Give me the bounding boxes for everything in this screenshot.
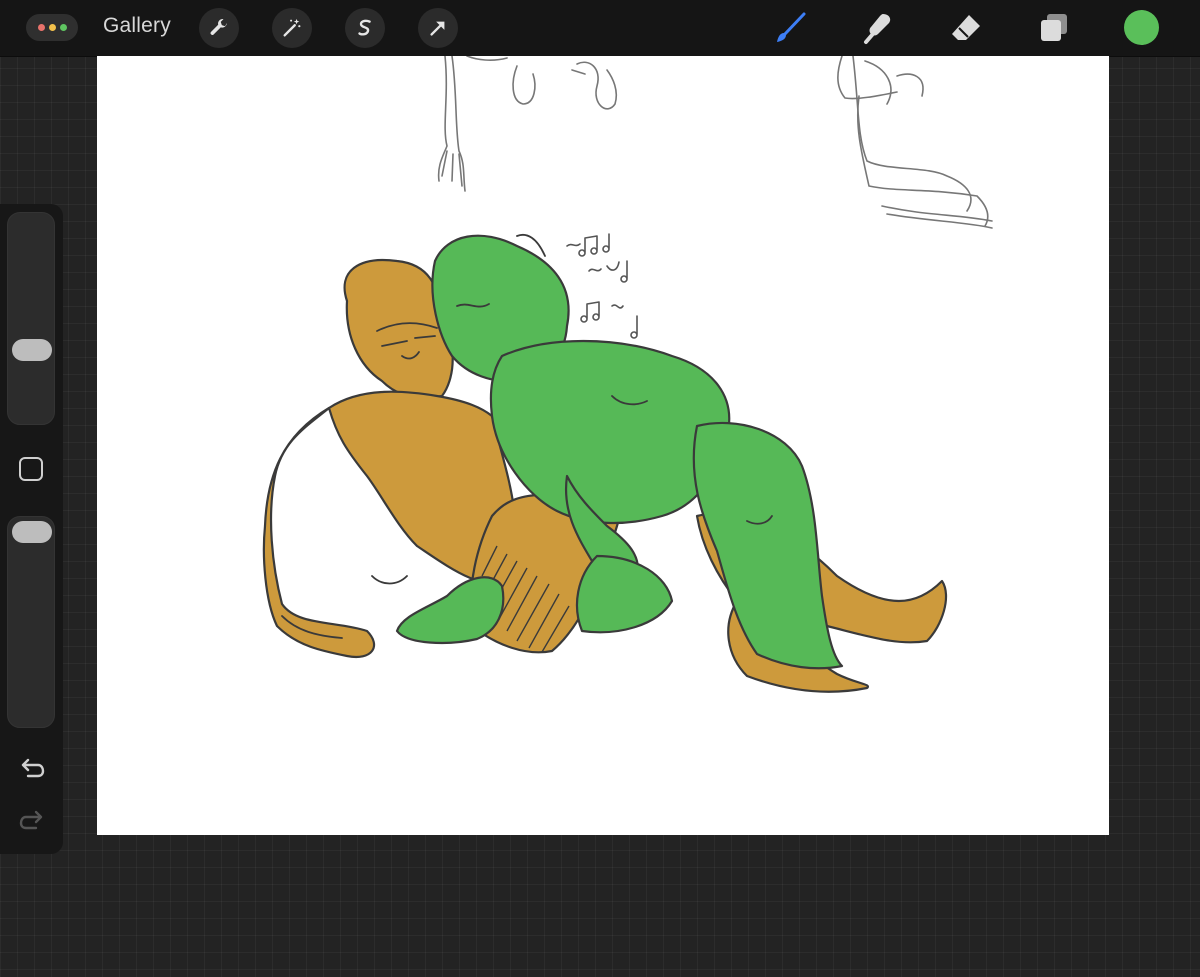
music-notes bbox=[566, 233, 638, 339]
undo-button[interactable] bbox=[18, 754, 46, 782]
layers-icon bbox=[1041, 14, 1067, 41]
artwork bbox=[262, 56, 993, 693]
redo-button[interactable] bbox=[18, 806, 46, 834]
left-sidebar bbox=[0, 204, 63, 854]
drawing-canvas[interactable] bbox=[97, 56, 1109, 835]
color-picker-swatch[interactable] bbox=[1124, 10, 1159, 45]
brush-size-knob[interactable] bbox=[12, 339, 52, 361]
adjustments-button[interactable] bbox=[272, 8, 312, 48]
selection-button[interactable] bbox=[345, 8, 385, 48]
eraser-tool-button[interactable] bbox=[948, 10, 984, 46]
modify-square-icon[interactable] bbox=[19, 457, 43, 481]
brush-icon bbox=[777, 12, 806, 42]
dot-red bbox=[37, 24, 45, 31]
selection-s-icon bbox=[358, 19, 371, 36]
magic-wand-icon bbox=[283, 18, 301, 37]
actions-menu-button[interactable] bbox=[26, 14, 78, 41]
top-toolbar: Gallery bbox=[0, 0, 1200, 57]
wrench-icon bbox=[210, 19, 227, 35]
sketch-lines bbox=[437, 56, 993, 229]
opacity-slider[interactable] bbox=[7, 516, 55, 728]
smudge-icon bbox=[864, 14, 891, 44]
undo-icon bbox=[21, 758, 45, 778]
move-arrow-icon bbox=[430, 21, 445, 36]
dot-green bbox=[59, 24, 67, 31]
brush-tool-button[interactable] bbox=[772, 10, 808, 46]
layers-button[interactable] bbox=[1036, 10, 1072, 46]
redo-icon bbox=[19, 810, 43, 830]
dot-yellow bbox=[48, 24, 56, 31]
opacity-knob[interactable] bbox=[12, 521, 52, 543]
smudge-tool-button[interactable] bbox=[860, 10, 896, 46]
actions-wrench-button[interactable] bbox=[199, 8, 239, 48]
eraser-icon bbox=[952, 15, 980, 40]
gallery-button[interactable]: Gallery bbox=[103, 14, 171, 38]
transform-button[interactable] bbox=[418, 8, 458, 48]
brush-size-slider[interactable] bbox=[7, 212, 55, 425]
